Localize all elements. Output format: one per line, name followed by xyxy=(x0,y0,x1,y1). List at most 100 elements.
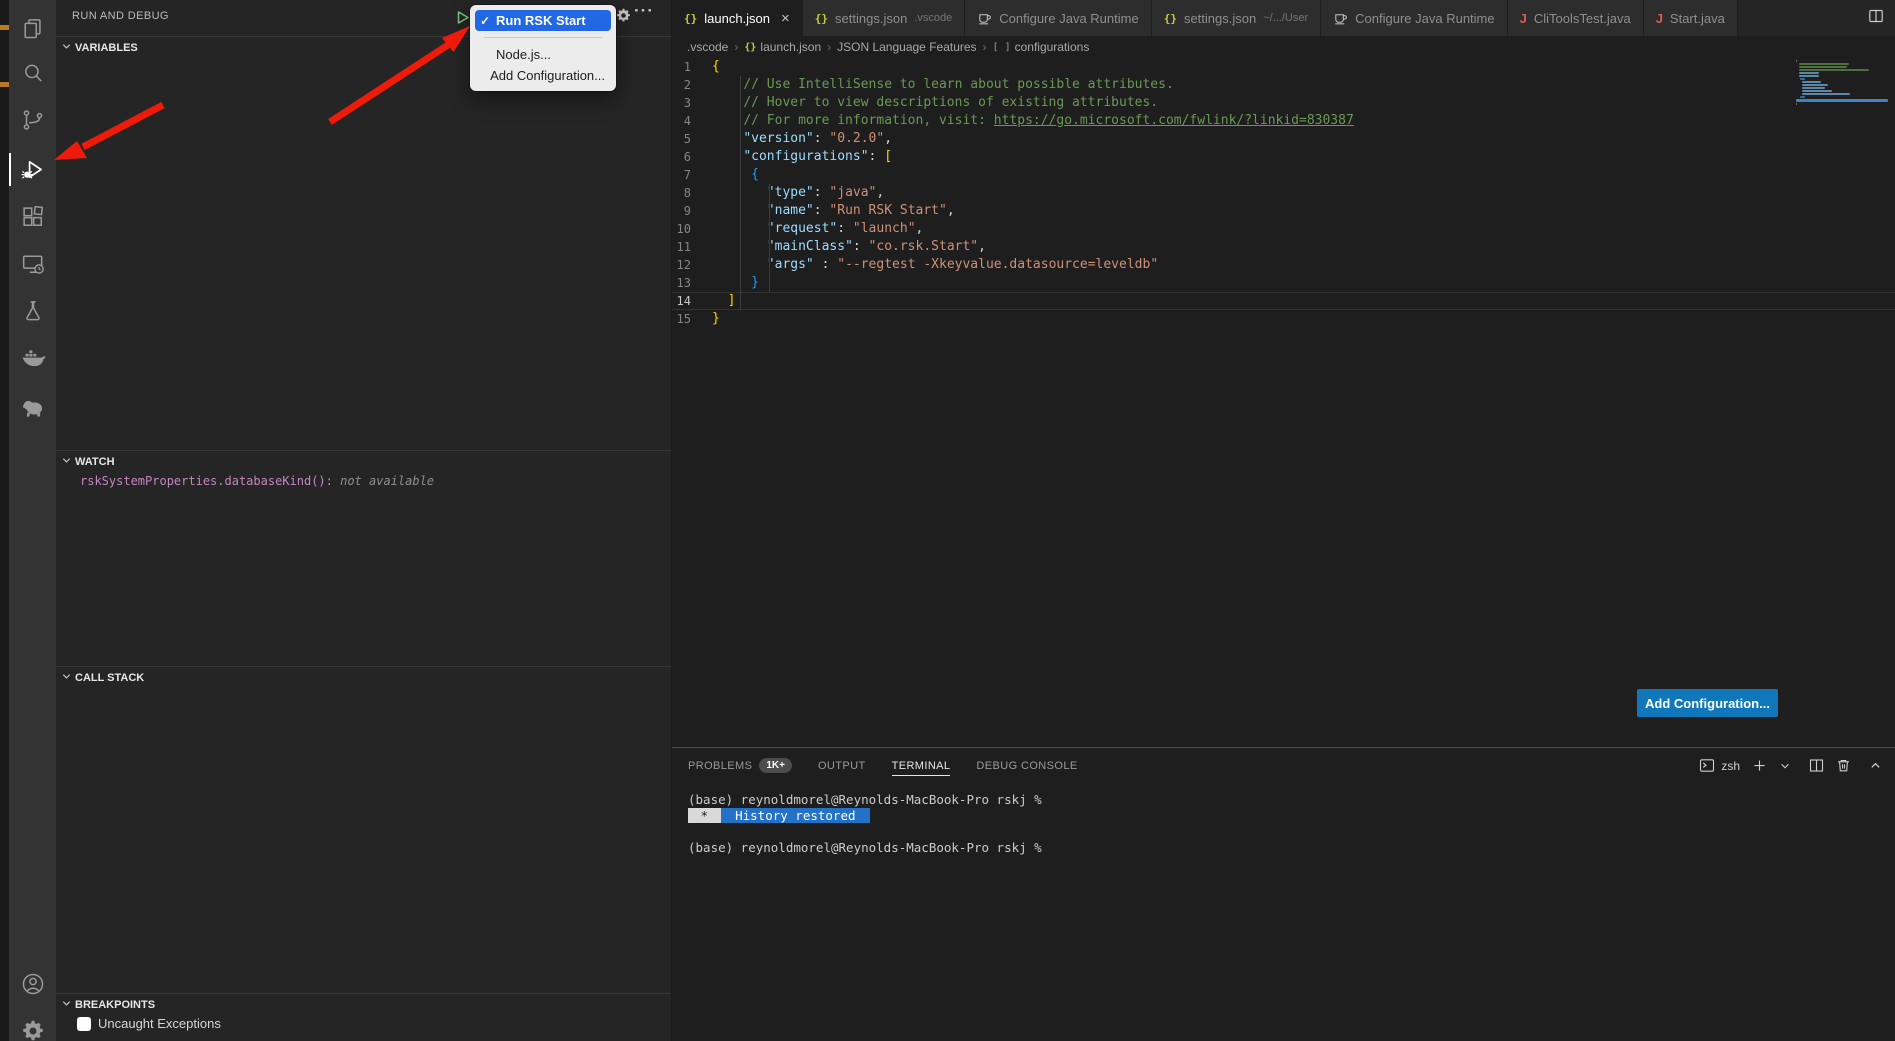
watch-expression-row[interactable]: rskSystemProperties.databaseKind(): not … xyxy=(80,474,434,488)
editor-tab-configure-java-runtime[interactable]: Configure Java Runtime xyxy=(1321,0,1507,36)
panel-tab-debug-console[interactable]: DEBUG CONSOLE xyxy=(976,748,1077,783)
editor-tab-start-java[interactable]: JStart.java xyxy=(1644,0,1738,36)
code-link[interactable]: https://go.microsoft.com/fwlink/?linkid=… xyxy=(994,113,1354,128)
menu-separator xyxy=(484,37,602,38)
sidebar-title: RUN AND DEBUG xyxy=(72,10,169,22)
breakpoint-row[interactable]: Uncaught Exceptions xyxy=(77,1016,221,1031)
vscode-window: RUN AND DEBUG ··· VARIABLESWATCHCALL STA… xyxy=(0,0,1895,1041)
section-header-call-stack[interactable]: CALL STACK xyxy=(56,666,671,688)
activitybar-item-search[interactable] xyxy=(9,49,56,96)
line-number: 12 xyxy=(672,256,712,274)
line-number: 15 xyxy=(672,310,712,328)
terminal-line: (base) reynoldmorel@Reynolds-MacBook-Pro… xyxy=(688,792,1895,808)
tab-label: Start.java xyxy=(1670,11,1725,26)
activitybar-item-extensions[interactable] xyxy=(9,193,56,240)
activitybar-item-source-control[interactable] xyxy=(9,96,56,143)
shell-selector[interactable]: zsh xyxy=(1699,758,1740,773)
tab-description: ~/.../User xyxy=(1263,12,1308,24)
menu-item-run-rsk-start[interactable]: ✓Run RSK Start xyxy=(475,10,611,31)
chevron-down-icon xyxy=(61,455,72,469)
editor-tab-configure-java-runtime[interactable]: Configure Java Runtime xyxy=(965,0,1151,36)
json-file-icon: {} xyxy=(1164,12,1177,25)
gradle-icon xyxy=(19,393,47,421)
panel-tab-output[interactable]: OUTPUT xyxy=(818,748,866,783)
editor-tab-settings-json[interactable]: {}settings.json~/.../User xyxy=(1152,0,1321,36)
tab-label: launch.json xyxy=(704,11,770,26)
edge-marker xyxy=(0,25,9,30)
checkmark-icon: ✓ xyxy=(480,14,496,28)
panel-tab-terminal[interactable]: TERMINAL xyxy=(892,748,951,783)
breadcrumb-item-launch-json[interactable]: {}launch.json xyxy=(744,40,821,54)
code-text: "configurations": [ xyxy=(712,148,892,166)
panel-tab-problems[interactable]: PROBLEMS1K+ xyxy=(688,748,792,783)
code-text: "version": "0.2.0", xyxy=(712,130,892,148)
editor-tab-launch-json[interactable]: {}launch.json× xyxy=(672,0,803,36)
tab-description: .vscode xyxy=(914,12,952,24)
section-header-watch[interactable]: WATCH xyxy=(56,450,671,472)
testing-icon xyxy=(20,298,46,324)
breadcrumb-label: configurations xyxy=(1015,40,1090,54)
code-editor[interactable]: 1{2 // Use IntelliSense to learn about p… xyxy=(672,58,1895,747)
new-terminal-icon[interactable] xyxy=(1752,758,1767,773)
views-more-actions-icon[interactable]: ··· xyxy=(634,1,654,21)
section-header-breakpoints[interactable]: BREAKPOINTS xyxy=(56,993,671,1015)
breadcrumb-label: JSON Language Features xyxy=(837,40,976,54)
java-file-icon: J xyxy=(1520,11,1527,26)
activitybar-item-remote-explorer[interactable] xyxy=(9,240,56,287)
breadcrumb-item-configurations[interactable]: [ ]configurations xyxy=(993,40,1090,54)
terminal-output[interactable]: (base) reynoldmorel@Reynolds-MacBook-Pro… xyxy=(672,783,1895,856)
maximize-panel-chevron-icon[interactable] xyxy=(1869,759,1882,772)
code-line-15: 15} xyxy=(672,310,1895,328)
extensions-icon xyxy=(20,204,46,230)
activitybar-item-run-and-debug[interactable] xyxy=(9,146,56,193)
menu-item-label: Run RSK Start xyxy=(496,13,586,28)
activitybar-item-testing[interactable] xyxy=(9,287,56,334)
menu-item-node-js[interactable]: Node.js... xyxy=(475,44,611,65)
history-star-chip: * xyxy=(688,808,721,823)
line-number: 5 xyxy=(672,130,712,148)
chevron-down-icon xyxy=(61,41,72,55)
remote-explorer-icon xyxy=(20,251,46,277)
breadcrumb-label: launch.json xyxy=(760,40,821,54)
split-terminal-icon[interactable] xyxy=(1809,758,1824,773)
kill-terminal-trash-icon[interactable] xyxy=(1836,758,1851,773)
launch-profile-chevron-icon[interactable] xyxy=(1779,760,1791,772)
line-number: 6 xyxy=(672,148,712,166)
activitybar-item-explorer[interactable] xyxy=(9,5,56,52)
editor-tab-settings-json[interactable]: {} settings.json .vscode xyxy=(803,0,965,36)
menu-item-add-configuration[interactable]: Add Configuration... xyxy=(475,65,611,86)
split-editor-icon[interactable] xyxy=(1868,8,1884,29)
code-line-3: 3 // Hover to view descriptions of exist… xyxy=(672,94,1895,112)
start-debugging-icon[interactable] xyxy=(455,10,470,30)
menu-item-label: Add Configuration... xyxy=(490,68,605,83)
bottom-panel: PROBLEMS1K+ OUTPUT TERMINAL DEBUG CONSOLE z… xyxy=(672,747,1895,1041)
activitybar-item-docker[interactable] xyxy=(9,334,56,381)
close-icon[interactable]: × xyxy=(781,11,790,26)
breadcrumb-item-json-language-features[interactable]: JSON Language Features xyxy=(837,40,976,54)
tab-label: settings.json xyxy=(835,11,907,26)
java-runtime-cup-icon xyxy=(977,11,992,26)
editor-area: {}launch.json×{}settings.json.vscodeConf… xyxy=(672,0,1895,747)
activity-bar xyxy=(9,0,56,1041)
breadcrumb-item-vscode[interactable]: .vscode xyxy=(687,40,728,54)
section-label: BREAKPOINTS xyxy=(75,999,155,1011)
json-file-icon: {} xyxy=(815,12,828,25)
code-line-13: 13 } xyxy=(672,274,1895,292)
code-line-12: 12 "args" : "--regtest -Xkeyvalue.dataso… xyxy=(672,256,1895,274)
accounts-icon xyxy=(20,971,46,997)
debug-settings-gear-icon[interactable] xyxy=(615,7,632,29)
watch-expression: rskSystemProperties.databaseKind(): xyxy=(80,474,333,488)
line-number: 14 xyxy=(672,292,712,310)
line-number: 7 xyxy=(672,166,712,184)
breakpoint-checkbox[interactable] xyxy=(77,1017,91,1031)
settings-gear-icon xyxy=(20,1018,46,1041)
activitybar-item-gradle[interactable] xyxy=(9,383,56,430)
code-line-10: 10 "request": "launch", xyxy=(672,220,1895,238)
minimap[interactable] xyxy=(1796,60,1888,106)
editor-tab-clitoolstest-java[interactable]: JCliToolsTest.java xyxy=(1508,0,1644,36)
activitybar-item-accounts[interactable] xyxy=(9,960,56,1007)
add-configuration-button[interactable]: Add Configuration... xyxy=(1637,689,1778,717)
code-text: // For more information, visit: https://… xyxy=(712,112,1354,130)
breadcrumb-label: .vscode xyxy=(687,40,728,54)
activitybar-item-settings-gear[interactable] xyxy=(9,1007,56,1041)
